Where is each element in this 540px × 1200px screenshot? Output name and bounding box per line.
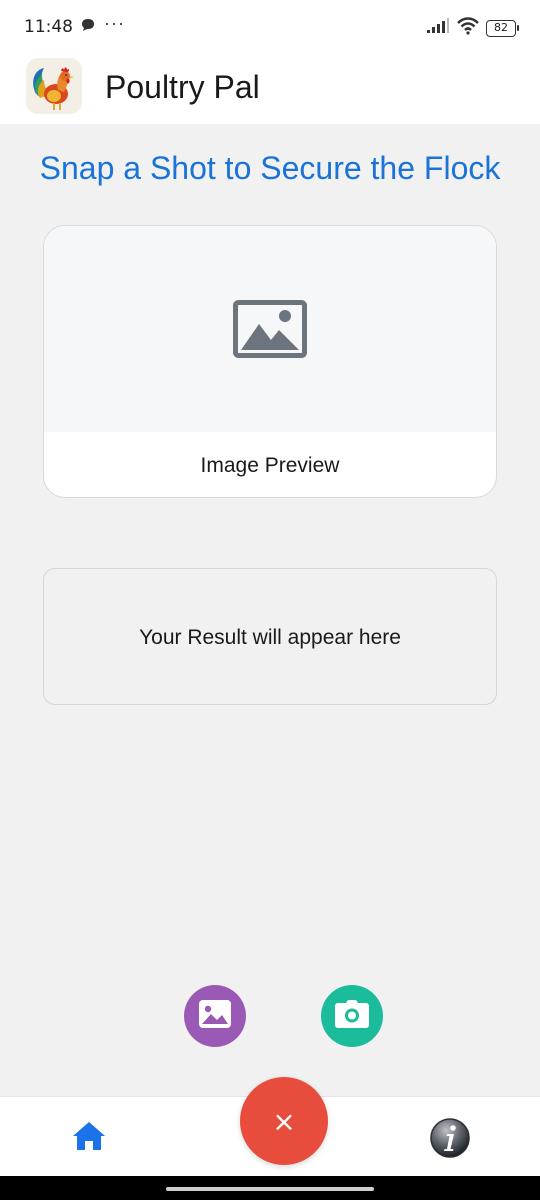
- status-icons: 82: [426, 17, 519, 40]
- system-gesture-area: [0, 1176, 540, 1200]
- image-preview-card: Image Preview: [43, 225, 497, 498]
- clear-button[interactable]: ×: [240, 1077, 328, 1165]
- app-title: Poultry Pal: [105, 69, 260, 105]
- camera-icon: [335, 999, 369, 1033]
- rooster-logo-icon: [26, 58, 82, 114]
- image-placeholder-icon: [233, 300, 307, 363]
- home-gesture-bar[interactable]: [166, 1187, 374, 1191]
- home-icon[interactable]: [72, 1121, 106, 1156]
- battery-icon: 82: [486, 20, 519, 37]
- page-headline: Snap a Shot to Secure the Flock: [39, 150, 501, 186]
- chat-bubble-icon: [81, 18, 95, 37]
- image-preview-area: [44, 226, 496, 432]
- image-icon: [198, 999, 232, 1034]
- status-bar: 11:48 ··· 82: [0, 0, 540, 52]
- signal-icon: [426, 18, 450, 39]
- gallery-button[interactable]: [184, 985, 246, 1047]
- image-preview-label: Image Preview: [200, 454, 340, 477]
- wifi-icon: [456, 17, 480, 40]
- more-notifications-icon: ···: [104, 13, 125, 33]
- app-bar: Poultry Pal: [0, 52, 540, 124]
- status-time: 11:48: [24, 17, 73, 37]
- camera-button[interactable]: [321, 985, 383, 1047]
- result-card: Your Result will appear here: [43, 568, 497, 705]
- result-text: Your Result will appear here: [139, 626, 401, 649]
- info-icon[interactable]: [429, 1117, 471, 1164]
